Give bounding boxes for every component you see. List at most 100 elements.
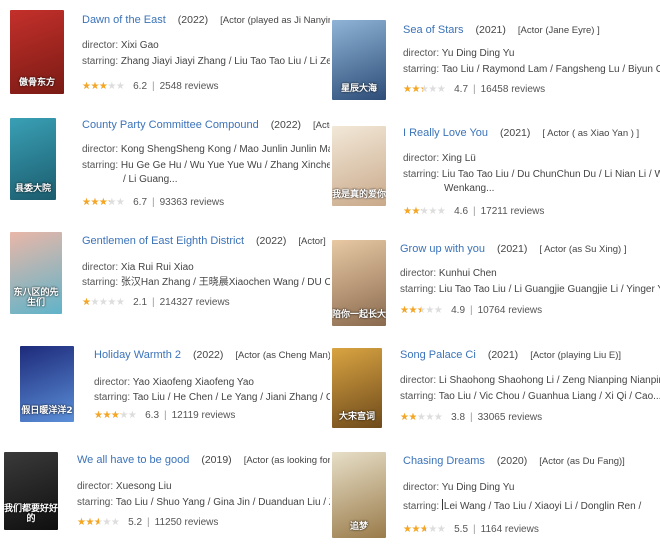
movie-poster[interactable]: 大宋宫词 [332, 348, 382, 428]
starring-names: 张汉Han Zhang / 王晓晨Xiaochen Wang / DU Chun [120, 277, 332, 288]
movie-poster[interactable]: 追梦 [332, 452, 386, 538]
poster-title-art: 假日暖洋洋2 [21, 406, 73, 416]
star-rating-icon: ★★★★★★★★★★ [403, 84, 446, 95]
movie-title-link[interactable]: Grow up with you [400, 243, 485, 255]
movie-year: (2021) [496, 243, 528, 255]
rating-score: 2.1 [133, 297, 148, 308]
starring-line: starring: Liu Tao Tao Liu / Li Guangjie … [400, 283, 660, 296]
reviews-label: reviews [510, 206, 545, 217]
title-row: Chasing Dreams (2020) [Actor (as Du Fang)] [403, 455, 625, 468]
movie-title-link[interactable]: Sea of Stars [403, 24, 464, 36]
star-rating-fill: ★★★★★ [77, 517, 99, 528]
text-cursor [441, 499, 443, 510]
review-count[interactable]: 214327 [160, 297, 193, 308]
title-row: We all have to be good (2019) [Actor (as l… [77, 454, 332, 467]
director-label: director: [94, 377, 131, 388]
director-line: director: Kunhui Chen [400, 267, 497, 280]
rating-score: 4.9 [451, 305, 466, 316]
review-count[interactable]: 1164 [481, 524, 503, 535]
rating-row: ★★★★★★★★★★ 3.8 | 33065 reviews [400, 412, 542, 424]
star-rating-fill: ★★★★★ [403, 524, 427, 535]
movie-card: 县委大院 County Party Committee Compound (2022… [6, 112, 332, 224]
rating-row: ★★★★★★★★★★ 6.2 | 2548 reviews [82, 81, 219, 93]
review-count[interactable]: 11250 [155, 517, 182, 528]
movie-poster[interactable]: 假日暖洋洋2 [20, 346, 74, 422]
rating-score: 6.2 [133, 81, 148, 92]
director-label: director: [403, 153, 440, 164]
movie-card: 大宋宫词 Song Palace Ci (2021) [Actor (playing … [330, 336, 660, 442]
director-names: Kong ShengSheng Kong / Mao Junlin Junlin… [120, 144, 332, 155]
rating-row: ★★★★★★★★★★ 6.7 | 93363 reviews [82, 197, 224, 209]
poster-title-art: 星辰大海 [340, 84, 377, 94]
poster-title-art: 县委大院 [14, 184, 51, 194]
movie-title-link[interactable]: I Really Love You [403, 127, 488, 139]
separator: | [473, 524, 476, 535]
review-count[interactable]: 10764 [478, 305, 506, 316]
director-line: director: Yu Ding Ding Yu [403, 481, 514, 494]
star-rating-icon: ★★★★★★★★★★ [400, 412, 443, 423]
star-rating-icon: ★★★★★★★★★★ [403, 206, 446, 217]
review-count[interactable]: 93363 [160, 197, 188, 208]
poster-title-art: 陪你一起长大 [332, 310, 386, 320]
movie-title-link[interactable]: We all have to be good [77, 454, 189, 466]
separator: | [152, 197, 155, 208]
movie-year: (2021) [487, 349, 519, 361]
starring-line: starring: Tao Liu / Raymond Lam / Fangsh… [403, 63, 660, 76]
director-line: director: Xuesong Liu [77, 480, 172, 493]
star-rating-fill: ★★★★★ [403, 206, 422, 217]
starring-label: starring: [77, 497, 114, 508]
director-names: Xuesong Liu [115, 481, 172, 492]
movie-poster[interactable]: 陪你一起长大 [332, 240, 386, 326]
title-row: I Really Love You (2021) [ Actor ( as Xiao… [403, 127, 639, 140]
star-rating-icon: ★★★★★★★★★★ [82, 197, 125, 208]
star-rating-fill: ★★★★★ [82, 81, 108, 92]
starring-line: starring: Tao Liu / Shuo Yang / Gina Jin… [77, 496, 332, 509]
title-row: Sea of Stars (2021) [Actor (Jane Eyre) ] [403, 24, 600, 37]
movie-title-link[interactable]: Gentlemen of East Eighth District [82, 235, 244, 247]
starring-line: starring: Zhang Jiayi Jiayi Zhang / Liu … [82, 55, 332, 68]
director-label: director: [403, 482, 440, 493]
review-count[interactable]: 17211 [481, 206, 508, 217]
movie-poster[interactable]: 我是真的爱你 [332, 126, 386, 206]
movie-role: [ Actor ( as Xiao Yan ) ] [542, 128, 640, 139]
review-count[interactable]: 2548 [160, 81, 182, 92]
movie-year: (2020) [496, 455, 528, 467]
movie-title-link[interactable]: Chasing Dreams [403, 455, 485, 467]
separator: | [470, 305, 473, 316]
starring-continued: Wenkang... [444, 183, 495, 194]
movie-title-link[interactable]: Song Palace Ci [400, 349, 476, 361]
star-rating-fill: ★★★★★ [400, 305, 421, 316]
starring-names: Tao Liu / Raymond Lam / Fangsheng Lu / B… [441, 64, 660, 75]
starring-label: starring: [403, 64, 440, 75]
starring-names: Tao Liu / He Chen / Le Yang / Jiani Zhan… [132, 392, 332, 403]
movie-poster[interactable]: 县委大院 [10, 118, 56, 200]
movie-title-link[interactable]: County Party Committee Compound [82, 119, 259, 131]
rating-row: ★★★★★★★★★★ 5.5 | 1164 reviews [403, 524, 539, 536]
movie-poster[interactable]: 傲骨东方 [10, 10, 64, 94]
rating-score: 4.6 [454, 206, 469, 217]
movie-poster[interactable]: 我们都要好好的 [4, 452, 58, 530]
starring-label: starring: [82, 277, 119, 288]
rating-row: ★★★★★★★★★★ 4.7 | 16458 reviews [403, 84, 545, 96]
movie-title-link[interactable]: Holiday Warmth 2 [94, 349, 181, 361]
movie-title-link[interactable]: Dawn of the East [82, 14, 166, 26]
title-row: Grow up with you (2021) [ Actor (as Su Xin… [400, 243, 626, 256]
movie-poster[interactable]: 东八区的先生们 [10, 232, 62, 314]
director-line: director: Kong ShengSheng Kong / Mao Jun… [82, 143, 332, 156]
director-line: director: Xing Lü [403, 152, 476, 165]
review-count[interactable]: 33065 [478, 412, 506, 423]
rating-score: 5.2 [128, 517, 143, 528]
star-rating-fill: ★★★★★ [94, 410, 121, 421]
review-count[interactable]: 12119 [172, 410, 199, 421]
movie-poster[interactable]: 星辰大海 [332, 20, 386, 100]
starring-names: Liu Tao Tao Liu / Du ChunChun Du / Li Ni… [441, 169, 660, 180]
starring-line: starring: Tao Liu / He Chen / Le Yang / … [94, 391, 332, 404]
rating-score: 6.7 [133, 197, 148, 208]
movie-card: 东八区的先生们 Gentlemen of East Eighth District… [6, 224, 332, 334]
director-line: director: Xia Rui Rui Xiao [82, 261, 194, 274]
star-rating-icon: ★★★★★★★★★★ [403, 524, 446, 535]
review-count[interactable]: 16458 [481, 84, 509, 95]
rating-score: 6.3 [145, 410, 160, 421]
movie-year: (2021) [500, 127, 531, 139]
title-row: Gentlemen of East Eighth District (2022) [… [82, 235, 326, 248]
